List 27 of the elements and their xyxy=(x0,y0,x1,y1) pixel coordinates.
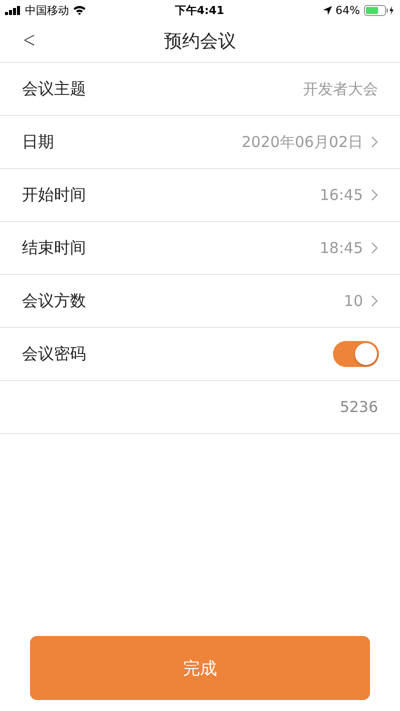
page-title: 预约会议 xyxy=(164,30,236,53)
clock-time: 下午4:41 xyxy=(174,2,224,18)
signal-icon xyxy=(5,6,21,14)
field-value: 开发者大会 xyxy=(303,80,378,98)
battery-charging-icon xyxy=(364,4,394,16)
field-label: 结束时间 xyxy=(22,238,86,258)
location-arrow-icon xyxy=(322,6,332,14)
password-toggle[interactable] xyxy=(333,341,379,367)
chevron-right-icon xyxy=(371,242,378,254)
wifi-icon xyxy=(73,5,86,15)
chevron-right-icon xyxy=(371,136,378,148)
battery-percent: 64% xyxy=(336,4,360,16)
chevron-right-icon xyxy=(371,295,378,307)
chevron-right-icon xyxy=(371,189,378,201)
field-value[interactable]: 18:45 xyxy=(320,239,363,257)
carrier-name: 中国移动 xyxy=(25,2,69,18)
field-label: 会议密码 xyxy=(22,344,86,364)
field-label: 会议主题 xyxy=(22,78,86,100)
done-button[interactable]: 完成 xyxy=(30,636,370,700)
field-label: 会议方数 xyxy=(22,290,86,312)
field-label: 日期 xyxy=(22,132,54,152)
field-label: 开始时间 xyxy=(22,184,86,206)
field-value[interactable]: 16:45 xyxy=(320,186,363,204)
field-value: 5236 xyxy=(340,398,378,416)
back-button[interactable]: < xyxy=(18,26,40,55)
field-value[interactable]: 10 xyxy=(344,292,363,310)
field-value[interactable]: 2020年06月02日 xyxy=(242,132,363,152)
